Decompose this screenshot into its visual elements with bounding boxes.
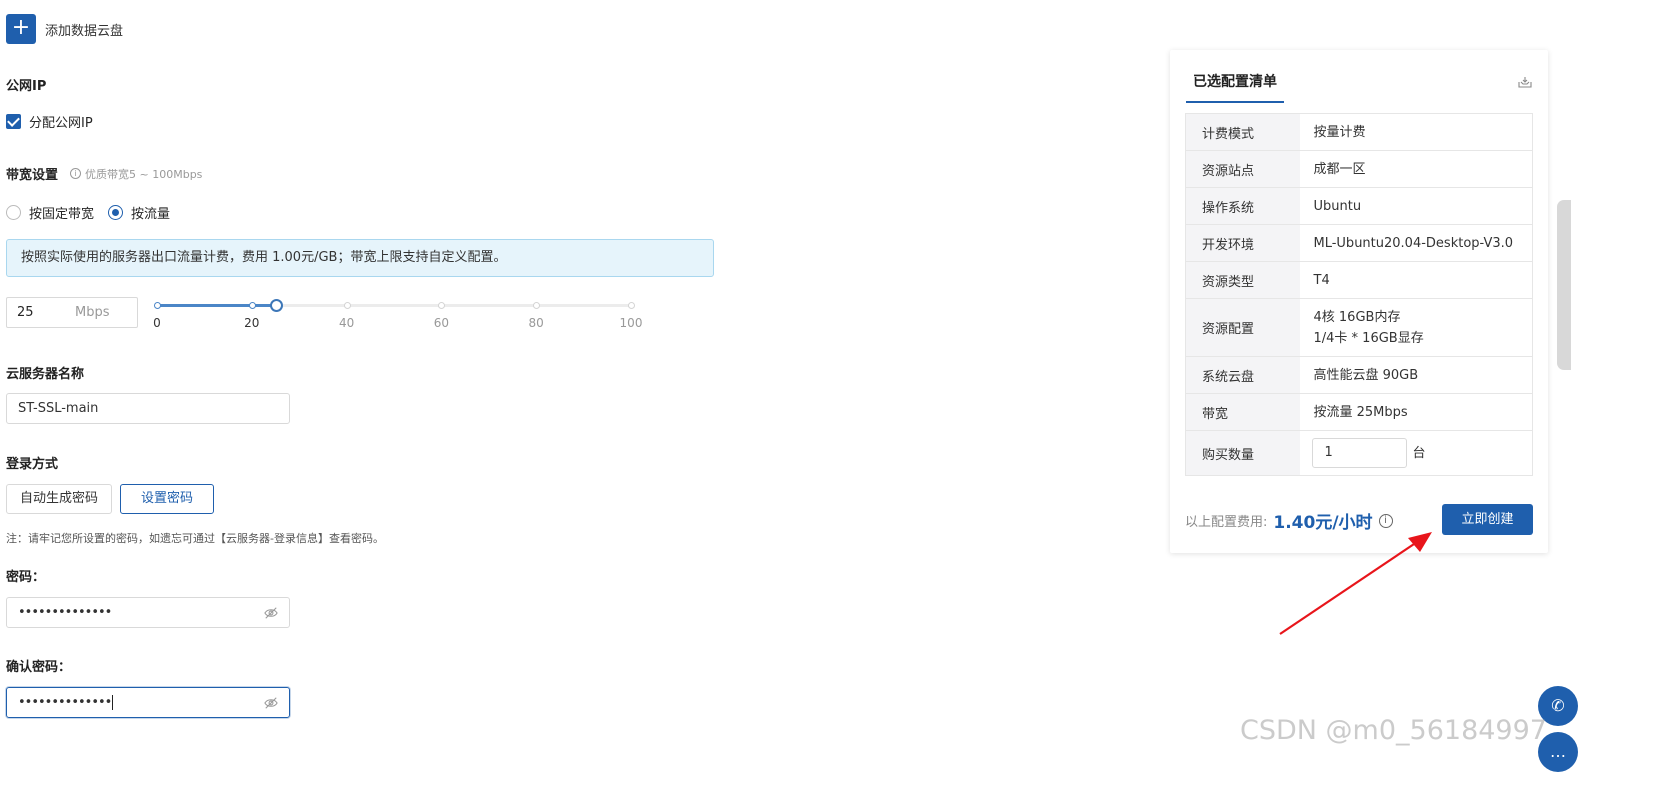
slider-stop[interactable]: [248, 302, 256, 309]
slider-handle[interactable]: [269, 299, 283, 312]
eye-off-icon[interactable]: [264, 606, 278, 620]
confirm-password-input[interactable]: ••••••••••••••: [6, 687, 290, 718]
config-key: 带宽: [1185, 393, 1300, 431]
server-name-input[interactable]: ST-SSL-main: [6, 393, 290, 424]
tab-selected-config[interactable]: 已选配置清单: [1186, 50, 1284, 103]
add-data-disk[interactable]: + 添加数据云盘: [6, 14, 123, 44]
bandwidth-slider[interactable]: 0 20 40 60 80 100: [153, 298, 642, 332]
config-key: 资源站点: [1185, 150, 1300, 188]
watermark: CSDN @m0_56184997: [1240, 715, 1547, 746]
table-row: 资源站点 成都一区: [1185, 150, 1533, 188]
table-row: 开发环境 ML-Ubuntu20.04-Desktop-V3.0: [1185, 224, 1533, 262]
bandwidth-input-value[interactable]: 25: [17, 305, 75, 320]
assign-public-ip-checkbox[interactable]: [6, 114, 21, 129]
slider-stop[interactable]: [154, 302, 161, 309]
table-row: 带宽 按流量 25Mbps: [1185, 393, 1533, 431]
eye-off-icon[interactable]: [264, 696, 278, 710]
table-row: 计费模式 按量计费: [1185, 113, 1533, 151]
radio-by-traffic[interactable]: [108, 205, 124, 220]
config-key: 资源类型: [1185, 261, 1300, 299]
login-method-title: 登录方式: [6, 457, 59, 472]
config-value: T4: [1299, 261, 1533, 299]
password-note: 注：请牢记您所设置的密码，如遗忘可通过【云服务器-登录信息】查看密码。: [6, 532, 384, 545]
table-row: 操作系统 Ubuntu: [1185, 187, 1533, 225]
config-key: 开发环境: [1185, 224, 1300, 262]
radio-fixed-bandwidth[interactable]: [6, 205, 21, 220]
slider-mark-label[interactable]: 100: [620, 316, 643, 330]
slider-stop[interactable]: [438, 302, 446, 309]
slider-stop[interactable]: [343, 302, 351, 309]
slider-mark-label[interactable]: 0: [153, 316, 161, 330]
bandwidth-unit: Mbps: [75, 305, 110, 320]
config-value: 按量计费: [1299, 113, 1533, 151]
config-key: 计费模式: [1185, 113, 1300, 151]
password-label: 密码：: [6, 570, 46, 585]
table-row: 资源类型 T4: [1185, 261, 1533, 299]
plus-icon[interactable]: +: [6, 14, 36, 44]
server-name-title: 云服务器名称: [6, 367, 85, 382]
table-row: 系统云盘 高性能云盘 90GB: [1185, 356, 1533, 394]
config-value-line: 4核 16GB内存: [1313, 309, 1401, 325]
slider-mark-label[interactable]: 40: [339, 316, 354, 330]
collapse-icon[interactable]: [1518, 76, 1532, 88]
radio-by-traffic-label[interactable]: 按流量: [131, 203, 170, 222]
side-toolbar[interactable]: [1557, 200, 1571, 370]
config-key: 购买数量: [1185, 430, 1300, 476]
confirm-password-label: 确认密码：: [6, 660, 72, 675]
table-row: 购买数量 1 台: [1185, 430, 1533, 476]
config-value: ML-Ubuntu20.04-Desktop-V3.0: [1299, 224, 1533, 262]
bandwidth-header: 带宽设置 i 优质带宽5 ~ 100Mbps: [6, 164, 203, 184]
bandwidth-input[interactable]: 25 Mbps: [6, 297, 138, 328]
bandwidth-title: 带宽设置: [6, 168, 59, 183]
assign-public-ip-label[interactable]: 分配公网IP: [29, 112, 93, 131]
config-value: 按流量 25Mbps: [1299, 393, 1533, 431]
slider-mark-label[interactable]: 20: [244, 316, 259, 330]
public-ip-title: 公网IP: [6, 79, 47, 94]
text-caret: [112, 695, 114, 710]
config-key: 系统云盘: [1185, 356, 1300, 394]
config-key: 资源配置: [1185, 298, 1300, 357]
red-arrow-annotation: [1279, 532, 1432, 635]
config-value: 高性能云盘 90GB: [1299, 356, 1533, 394]
price-label: 以上配置费用:: [1185, 515, 1268, 530]
config-value: 成都一区: [1299, 150, 1533, 188]
add-data-disk-label[interactable]: 添加数据云盘: [45, 20, 123, 39]
info-icon: i: [70, 168, 82, 179]
confirm-password-value[interactable]: ••••••••••••••: [18, 695, 112, 710]
config-value-line: 1/4卡 * 16GB显存: [1313, 330, 1424, 346]
table-row: 资源配置 4核 16GB内存 1/4卡 * 16GB显存: [1185, 298, 1533, 357]
quantity-unit: 台: [1412, 445, 1426, 461]
quantity-cell: 1台: [1299, 430, 1533, 476]
billing-notice: 按照实际使用的服务器出口流量计费，费用 1.00元/GB；带宽上限支持自定义配置…: [6, 239, 714, 277]
slider-stop[interactable]: [533, 302, 541, 309]
create-now-button[interactable]: 立即创建: [1442, 504, 1533, 535]
auto-password-button[interactable]: 自动生成密码: [6, 484, 113, 514]
quantity-input[interactable]: 1: [1311, 438, 1407, 468]
config-key: 操作系统: [1185, 187, 1300, 225]
password-input[interactable]: ••••••••••••••: [6, 597, 290, 628]
slider-mark-label[interactable]: 60: [434, 316, 449, 330]
config-value: Ubuntu: [1299, 187, 1533, 225]
slider-mark-label[interactable]: 80: [529, 316, 544, 330]
assign-public-ip-option[interactable]: 分配公网IP: [6, 112, 93, 131]
set-password-button[interactable]: 设置密码: [120, 484, 215, 514]
config-value: 4核 16GB内存 1/4卡 * 16GB显存: [1299, 298, 1533, 357]
bandwidth-hint: 优质带宽5 ~ 100Mbps: [85, 167, 203, 181]
password-value[interactable]: ••••••••••••••: [18, 605, 112, 620]
info-icon[interactable]: i: [1378, 513, 1393, 528]
slider-fill: [157, 304, 276, 307]
slider-stop[interactable]: [628, 302, 635, 309]
login-method-group: 自动生成密码 设置密码: [6, 484, 222, 514]
radio-fixed-bandwidth-label[interactable]: 按固定带宽: [29, 203, 94, 222]
bandwidth-mode-group: 按固定带宽 按流量: [6, 203, 184, 222]
config-table: 计费模式 按量计费 资源站点 成都一区 操作系统 Ubuntu 开发环境 ML-Ubun…: [1185, 113, 1533, 476]
config-summary-panel: 已选配置清单 计费模式 按量计费 资源站点 成都一区 操作系统 Ubuntu 开发环境…: [1170, 50, 1548, 553]
